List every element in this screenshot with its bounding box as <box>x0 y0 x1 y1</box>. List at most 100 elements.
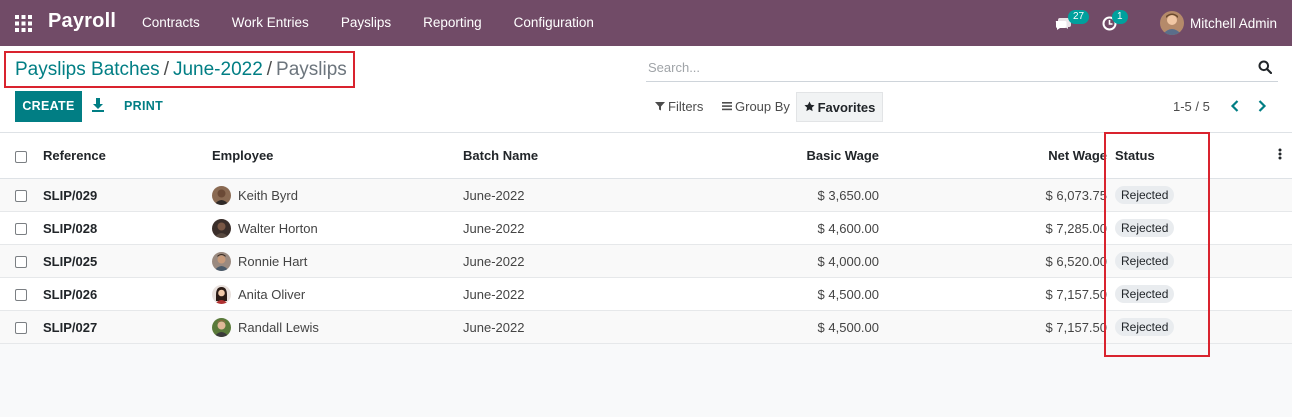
employee-avatar <box>212 218 231 238</box>
select-all-cell <box>0 133 43 179</box>
favorites-label: Favorites <box>817 99 876 115</box>
status-badge: Rejected <box>1115 186 1175 204</box>
employee-name: Walter Horton <box>238 220 318 236</box>
net-wage-cell: $ 7,157.50 <box>1045 319 1107 335</box>
employee-cell: Walter Horton <box>212 212 463 245</box>
chevron-right-icon[interactable] <box>1256 99 1268 113</box>
basic-wage-cell: $ 4,500.00 <box>817 319 879 335</box>
group-by-dropdown[interactable]: Group By <box>722 99 790 114</box>
reference-cell: SLIP/026 <box>43 286 98 302</box>
employee-name: Keith Byrd <box>238 187 298 203</box>
header-employee[interactable]: Employee <box>212 133 463 179</box>
status-badge: Rejected <box>1115 285 1175 303</box>
batch-cell: June-2022 <box>463 220 525 236</box>
employee-cell: Anita Oliver <box>212 278 463 311</box>
employee-avatar <box>212 284 231 304</box>
menu-work-entries[interactable]: Work Entries <box>216 0 325 46</box>
row-spacer <box>1267 311 1292 344</box>
favorites-dropdown[interactable]: Favorites <box>796 92 883 122</box>
messaging-menu[interactable]: 27 <box>1054 0 1094 46</box>
row-select-cell <box>0 212 43 245</box>
row-checkbox[interactable] <box>15 190 27 203</box>
search-bar <box>646 54 1278 82</box>
employee-avatar <box>212 317 231 337</box>
net-wage-cell: $ 7,285.00 <box>1045 220 1107 236</box>
employee-cell: Randall Lewis <box>212 311 463 344</box>
status-badge: Rejected <box>1115 318 1175 336</box>
net-wage-cell: $ 6,073.75 <box>1045 187 1107 203</box>
net-wage-cell: $ 7,157.50 <box>1045 286 1107 302</box>
top-navbar: Payroll Contracts Work Entries Payslips … <box>0 0 1292 46</box>
breadcrumb-separator: / <box>163 59 169 80</box>
menu-configuration[interactable]: Configuration <box>498 0 610 46</box>
print-button[interactable]: PRINT <box>124 99 163 113</box>
status-cell: Rejected <box>1107 245 1267 278</box>
filters-label: Filters <box>668 99 704 114</box>
create-button[interactable]: CREATE <box>15 91 82 122</box>
menu-reporting[interactable]: Reporting <box>407 0 498 46</box>
app-title[interactable]: Payroll <box>48 10 116 33</box>
row-spacer <box>1267 212 1292 245</box>
batch-cell: June-2022 <box>463 319 525 335</box>
employee-avatar <box>212 185 231 205</box>
select-all-checkbox[interactable] <box>15 150 27 163</box>
table-row[interactable]: SLIP/026 Anita Oliver June-2022 $ 4,500.… <box>0 278 1292 311</box>
activity-count-badge: 1 <box>1112 10 1128 24</box>
payslips-table: Reference Employee Batch Name Basic Wage… <box>0 132 1292 344</box>
row-checkbox[interactable] <box>15 289 27 302</box>
row-spacer <box>1267 179 1292 212</box>
chevron-left-icon[interactable] <box>1229 99 1241 113</box>
breadcrumb-separator: / <box>266 59 273 80</box>
payslips-list: Reference Employee Batch Name Basic Wage… <box>0 132 1292 344</box>
breadcrumb-batch[interactable]: June-2022 <box>173 59 263 80</box>
row-checkbox[interactable] <box>15 322 27 335</box>
reference-cell: SLIP/029 <box>43 187 98 203</box>
search-input[interactable] <box>646 54 1246 80</box>
download-icon[interactable] <box>91 97 105 113</box>
star-icon <box>804 100 815 115</box>
table-row[interactable]: SLIP/027 Randall Lewis June-2022 $ 4,500… <box>0 310 1292 344</box>
row-select-cell <box>0 245 43 278</box>
header-basic-wage[interactable]: Basic Wage <box>753 133 880 179</box>
menu-contracts[interactable]: Contracts <box>126 0 216 46</box>
status-cell: Rejected <box>1107 278 1267 311</box>
header-net-wage[interactable]: Net Wage <box>879 133 1107 179</box>
header-status[interactable]: Status <box>1107 133 1267 179</box>
table-row[interactable]: SLIP/029 Keith Byrd June-2022 $ 3,650.00… <box>0 178 1292 212</box>
group-by-label: Group By <box>735 99 790 114</box>
main-menu: Contracts Work Entries Payslips Reportin… <box>126 0 610 46</box>
status-badge: Rejected <box>1115 252 1175 270</box>
employee-name: Ronnie Hart <box>238 253 308 269</box>
optional-columns-toggle[interactable] <box>1267 133 1292 179</box>
user-menu[interactable]: Mitchell Admin <box>1160 11 1277 35</box>
status-cell: Rejected <box>1107 212 1267 245</box>
table-row[interactable]: SLIP/025 Ronnie Hart June-2022 $ 4,000.0… <box>0 244 1292 278</box>
breadcrumb-payslips-batches[interactable]: Payslips Batches <box>15 59 160 80</box>
row-select-cell <box>0 278 43 311</box>
breadcrumb-current: Payslips <box>276 59 347 80</box>
employee-name: Randall Lewis <box>238 319 319 335</box>
batch-cell: June-2022 <box>463 187 525 203</box>
pager-value[interactable]: 1-5 / 5 <box>1173 99 1210 114</box>
basic-wage-cell: $ 4,500.00 <box>817 286 879 302</box>
employee-cell: Ronnie Hart <box>212 245 463 278</box>
user-name: Mitchell Admin <box>1190 15 1278 31</box>
header-reference[interactable]: Reference <box>43 133 212 179</box>
row-spacer <box>1267 245 1292 278</box>
employee-cell: Keith Byrd <box>212 179 463 212</box>
kebab-menu-icon <box>1278 148 1281 160</box>
menu-payslips[interactable]: Payslips <box>325 0 407 46</box>
activity-menu[interactable]: 1 <box>1102 0 1132 46</box>
header-batch-name[interactable]: Batch Name <box>463 133 753 179</box>
filter-icon <box>655 99 665 114</box>
apps-grid-icon[interactable] <box>15 15 32 32</box>
reference-cell: SLIP/027 <box>43 319 98 335</box>
table-row[interactable]: SLIP/028 Walter Horton June-2022 $ 4,600… <box>0 212 1292 245</box>
basic-wage-cell: $ 4,000.00 <box>817 253 879 269</box>
filters-dropdown[interactable]: Filters <box>655 99 703 114</box>
row-checkbox[interactable] <box>15 223 27 236</box>
list-icon <box>722 99 732 114</box>
list-empty-area <box>0 344 1292 417</box>
row-checkbox[interactable] <box>15 256 27 269</box>
search-icon[interactable] <box>1258 60 1273 75</box>
